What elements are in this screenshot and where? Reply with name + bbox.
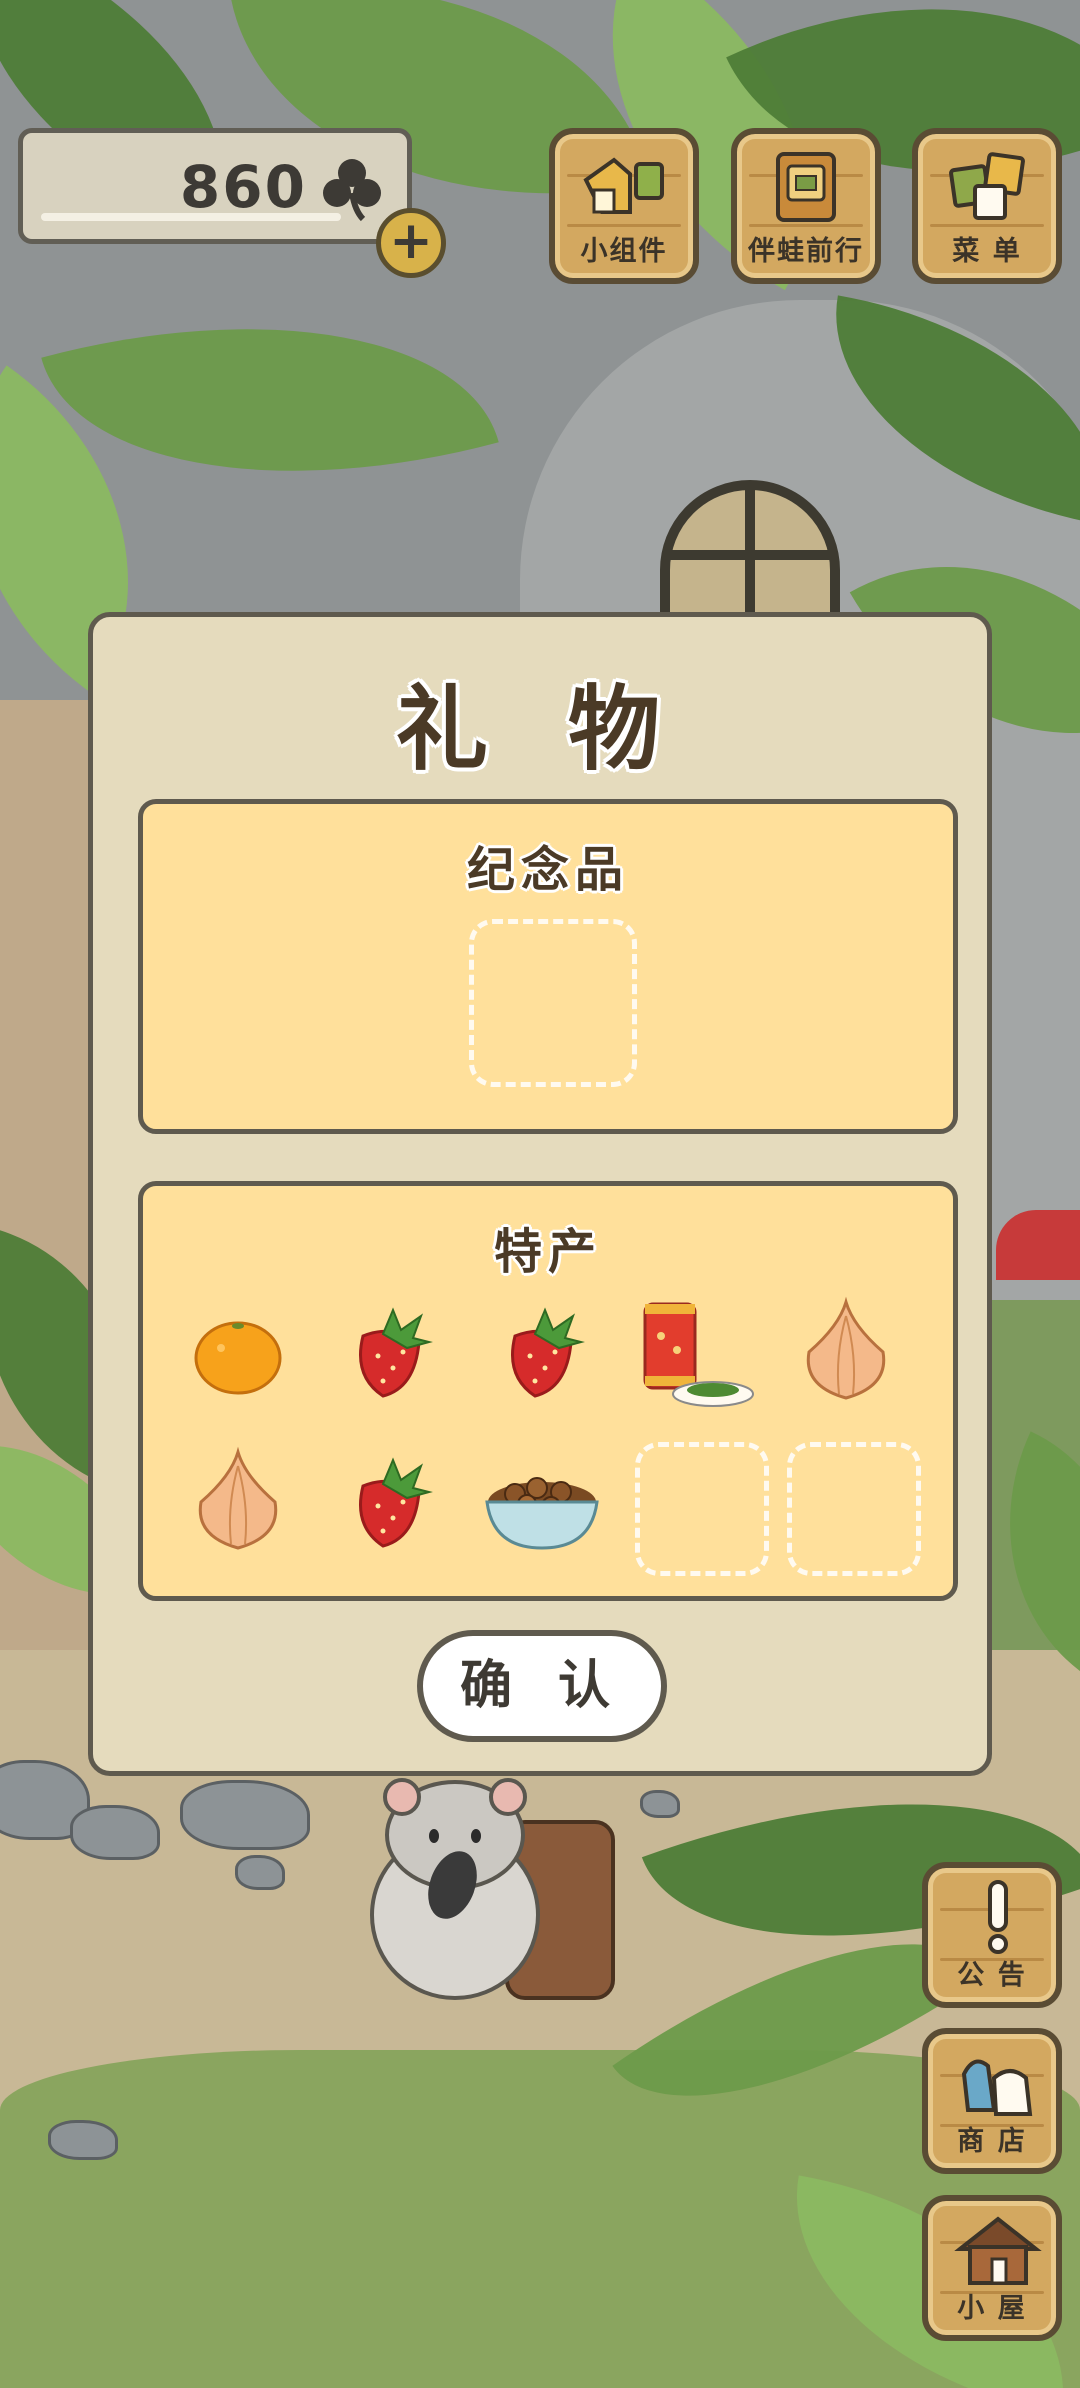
specialty-item-onion[interactable]	[779, 1286, 913, 1420]
stone	[180, 1780, 310, 1850]
onion-icon	[806, 1296, 886, 1400]
house-button[interactable]: 小 屋	[922, 2195, 1062, 2341]
house-icon	[954, 2211, 1042, 2289]
specialty-item-orange[interactable]	[171, 1286, 305, 1420]
shop-bag-icon	[954, 2044, 1042, 2122]
menu-button[interactable]: 菜 单	[912, 128, 1062, 284]
dialog-title: 礼 物	[395, 676, 685, 783]
confirm-button[interactable]: 确 认	[417, 1630, 667, 1742]
souvenir-panel: 纪念品	[138, 799, 958, 1134]
shop-label: 商 店	[957, 2126, 1027, 2157]
hamster-character	[360, 1778, 560, 2010]
stone	[235, 1855, 285, 1890]
stone	[48, 2120, 118, 2160]
souvenir-slot-empty[interactable]	[469, 919, 637, 1087]
specialty-item-strawberry[interactable]	[323, 1436, 457, 1570]
notice-label: 公 告	[957, 1960, 1027, 1991]
house-label: 小 屋	[957, 2293, 1027, 2324]
widget-label: 小组件	[580, 236, 668, 267]
album-icon	[762, 150, 850, 228]
tea-canister-icon	[643, 1302, 754, 1407]
specialty-slot-empty[interactable]	[635, 1442, 769, 1576]
gift-dialog: 礼 物 纪念品 特产 确 认	[88, 612, 992, 1776]
specialty-panel: 特产	[138, 1181, 958, 1601]
frog-companion-button[interactable]: 伴蛙前行	[731, 128, 881, 284]
chestnut-bowl-icon	[485, 1477, 599, 1550]
specialty-item-onion[interactable]	[171, 1436, 305, 1570]
specialty-item-tea[interactable]	[627, 1286, 761, 1420]
strawberry-icon	[359, 1307, 433, 1398]
add-clover-button[interactable]: +	[376, 208, 446, 278]
clover-count: 860	[179, 153, 307, 221]
clover-counter: 860	[18, 128, 412, 244]
frog-companion-label: 伴蛙前行	[748, 236, 864, 267]
clover-icon	[317, 153, 387, 223]
specialty-item-strawberry[interactable]	[475, 1286, 609, 1420]
specialty-item-chestnuts[interactable]	[475, 1436, 609, 1570]
stone	[640, 1790, 680, 1818]
onion-icon	[198, 1446, 278, 1550]
orange-icon	[194, 1321, 282, 1395]
souvenir-title: 纪念品	[466, 842, 629, 898]
strawberry-icon	[359, 1457, 433, 1548]
specialty-title: 特产	[493, 1224, 602, 1280]
menu-label: 菜 单	[952, 236, 1022, 267]
widget-button[interactable]: 小组件	[549, 128, 699, 284]
red-mailbox	[996, 1210, 1080, 1280]
shop-button[interactable]: 商 店	[922, 2028, 1062, 2174]
strawberry-icon	[511, 1307, 585, 1398]
specialty-item-strawberry[interactable]	[323, 1286, 457, 1420]
specialty-slot-empty[interactable]	[787, 1442, 921, 1576]
stone	[70, 1805, 160, 1860]
exclamation-icon	[954, 1878, 1042, 1956]
notice-button[interactable]: 公 告	[922, 1862, 1062, 2008]
menu-cards-icon	[943, 150, 1031, 228]
widget-icon	[580, 150, 668, 228]
